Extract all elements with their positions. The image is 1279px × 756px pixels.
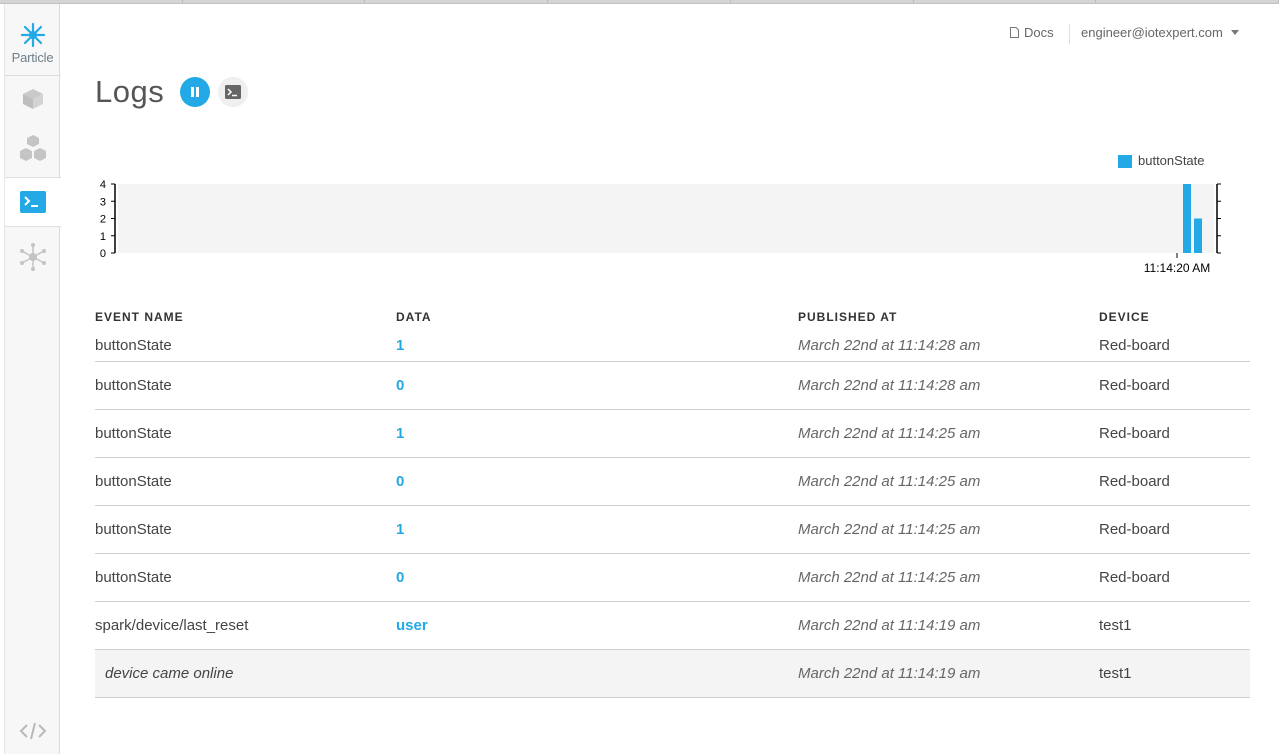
pause-icon <box>191 87 199 97</box>
device-name: Red-board <box>1099 473 1170 490</box>
document-icon <box>1010 27 1019 38</box>
chart-bar <box>1183 184 1191 253</box>
device-name: test1 <box>1099 665 1132 682</box>
device-name: Red-board <box>1099 337 1170 354</box>
event-data: 0 <box>396 377 405 394</box>
event-data: 1 <box>396 337 405 354</box>
page-title: Logs <box>95 74 165 109</box>
docs-label: Docs <box>1024 25 1054 40</box>
device-name: Red-board <box>1099 569 1170 586</box>
y-tick-label-left: 1 <box>100 231 106 243</box>
published-at: March 22nd at 11:14:19 am <box>798 617 981 634</box>
cubes-icon <box>19 135 46 161</box>
device-name: test1 <box>1099 617 1132 634</box>
published-at: March 22nd at 11:14:19 am <box>798 665 981 682</box>
event-name: buttonState <box>95 521 172 538</box>
event-name: buttonState <box>95 473 172 490</box>
sidebar-item-logs[interactable] <box>5 177 61 227</box>
legend-label: buttonState <box>1138 153 1205 168</box>
table-row[interactable]: buttonState 1 March 22nd at 11:14:25 am … <box>95 506 1250 554</box>
x-tick-label: 11:14:20 AM <box>1144 261 1211 275</box>
y-tick-label-left: 4 <box>100 179 106 191</box>
y-tick-label-left: 0 <box>100 248 106 260</box>
table-row[interactable]: buttonState 0 March 22nd at 11:14:25 am … <box>95 554 1250 602</box>
published-at: March 22nd at 11:14:25 am <box>798 569 981 586</box>
header-divider <box>1069 24 1070 44</box>
column-header-published-at: PUBLISHED AT <box>798 310 898 324</box>
column-header-event-name: EVENT NAME <box>95 310 184 324</box>
event-name: device came online <box>105 665 234 682</box>
legend-swatch <box>1118 155 1132 168</box>
particle-star-icon <box>20 22 45 48</box>
published-at: March 22nd at 11:14:25 am <box>798 473 981 490</box>
sidebar: Particle <box>4 4 61 756</box>
account-email: engineer@iotexpert.com <box>1081 25 1223 40</box>
device-name: Red-board <box>1099 425 1170 442</box>
docs-link[interactable]: Docs <box>1010 25 1054 40</box>
event-data: 0 <box>396 473 405 490</box>
caret-down-icon <box>1230 30 1239 35</box>
event-data: user <box>396 617 428 634</box>
network-icon <box>19 243 46 271</box>
published-at: March 22nd at 11:14:25 am <box>798 425 981 442</box>
browser-tab-strip <box>0 0 1279 4</box>
column-header-device: DEVICE <box>1099 310 1150 324</box>
account-menu[interactable]: engineer@iotexpert.com <box>1081 25 1239 40</box>
table-row[interactable]: buttonState 0 March 22nd at 11:14:25 am … <box>95 458 1250 506</box>
table-row[interactable]: buttonState 0 March 22nd at 11:14:28 am … <box>95 362 1250 410</box>
sidebar-item-build[interactable] <box>5 706 60 756</box>
event-data: 1 <box>396 425 405 442</box>
published-at: March 22nd at 11:14:28 am <box>798 337 981 354</box>
device-name: Red-board <box>1099 377 1170 394</box>
chart-svg: 01234 01234 11:14:20 AM buttonState <box>100 153 1230 275</box>
brand-label: Particle <box>11 50 54 65</box>
terminal-icon <box>20 191 46 213</box>
table-row-status[interactable]: device came online March 22nd at 11:14:1… <box>95 650 1250 698</box>
sidebar-item-products[interactable] <box>5 124 60 174</box>
table-row[interactable]: buttonState 1 March 22nd at 11:14:28 am … <box>95 328 1250 362</box>
event-data: 1 <box>396 521 405 538</box>
sidebar-item-integrations[interactable] <box>5 232 60 282</box>
terminal-small-icon <box>225 85 241 99</box>
cube-icon <box>22 89 43 109</box>
event-name: buttonState <box>95 337 172 354</box>
event-name: spark/device/last_reset <box>95 617 249 634</box>
code-icon <box>19 722 46 740</box>
event-data: 0 <box>396 569 405 586</box>
published-at: March 22nd at 11:14:28 am <box>798 377 981 394</box>
events-chart: 01234 01234 11:14:20 AM buttonState <box>92 150 1230 285</box>
events-table: EVENT NAME DATA PUBLISHED AT DEVICE butt… <box>95 308 1250 698</box>
y-tick-label-left: 2 <box>100 214 106 226</box>
chart-plot-area <box>118 184 1214 253</box>
published-at: March 22nd at 11:14:25 am <box>798 521 981 538</box>
table-row[interactable]: buttonState 1 March 22nd at 11:14:25 am … <box>95 410 1250 458</box>
event-name: buttonState <box>95 569 172 586</box>
column-header-data: DATA <box>396 310 432 324</box>
device-name: Red-board <box>1099 521 1170 538</box>
y-tick-label-left: 3 <box>100 196 106 208</box>
table-header: EVENT NAME DATA PUBLISHED AT DEVICE <box>95 308 1250 328</box>
chart-bar <box>1194 218 1202 253</box>
pause-button[interactable] <box>180 77 210 107</box>
particle-logo[interactable]: Particle <box>5 22 60 65</box>
sidebar-item-devices[interactable] <box>5 74 60 124</box>
table-row[interactable]: spark/device/last_reset user March 22nd … <box>95 602 1250 650</box>
event-name: buttonState <box>95 425 172 442</box>
event-name: buttonState <box>95 377 172 394</box>
terminal-button[interactable] <box>218 77 248 107</box>
